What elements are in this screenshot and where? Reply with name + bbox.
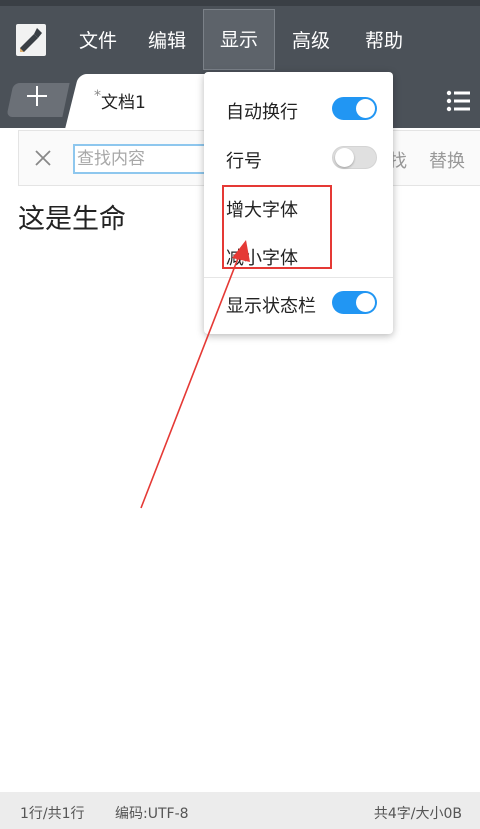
status-encoding[interactable]: 编码:UTF-8 bbox=[115, 803, 189, 823]
status-line-count: 1行/共1行 bbox=[20, 806, 85, 822]
menu-item-word-wrap[interactable]: 自动换行 bbox=[226, 98, 298, 124]
replace-button[interactable]: 替换 bbox=[429, 147, 465, 173]
menu-help[interactable]: 帮助 bbox=[364, 26, 404, 56]
toggle-knob bbox=[335, 148, 354, 167]
close-icon[interactable] bbox=[33, 148, 53, 168]
menu-item-decrease-font[interactable]: 减小字体 bbox=[226, 244, 298, 270]
toggle-knob bbox=[356, 99, 375, 118]
status-size: 共4字/大小0B bbox=[373, 806, 462, 822]
menu-item-show-status-bar[interactable]: 显示状态栏 bbox=[226, 292, 316, 318]
word-wrap-toggle[interactable] bbox=[332, 97, 377, 120]
toggle-knob bbox=[356, 293, 375, 312]
menu-view[interactable]: 显示 bbox=[203, 9, 275, 70]
menu-bar: 文件 编辑 显示 高级 帮助 bbox=[0, 0, 480, 78]
menu-item-line-numbers[interactable]: 行号 bbox=[226, 147, 262, 173]
menu-file[interactable]: 文件 bbox=[78, 26, 118, 56]
menu-advanced[interactable]: 高级 bbox=[291, 26, 331, 56]
menu-divider bbox=[204, 277, 393, 278]
tab-title: 文档1 bbox=[101, 93, 146, 113]
menu-item-increase-font[interactable]: 增大字体 bbox=[226, 196, 298, 222]
modified-marker: * bbox=[94, 88, 101, 104]
list-icon[interactable] bbox=[446, 90, 470, 112]
tab-label: *文档1 bbox=[94, 88, 146, 113]
app-logo-icon[interactable] bbox=[16, 24, 46, 56]
view-dropdown-menu: 自动换行 行号 增大字体 减小字体 显示状态栏 bbox=[204, 72, 393, 334]
line-numbers-toggle[interactable] bbox=[332, 146, 377, 169]
status-bar: 1行/共1行 编码:UTF-8 共4字/大小0B bbox=[0, 792, 480, 829]
plus-icon[interactable] bbox=[25, 84, 49, 108]
status-bar-toggle[interactable] bbox=[332, 291, 377, 314]
menu-edit[interactable]: 编辑 bbox=[147, 26, 187, 56]
document-content[interactable]: 这是生命 bbox=[18, 197, 126, 236]
